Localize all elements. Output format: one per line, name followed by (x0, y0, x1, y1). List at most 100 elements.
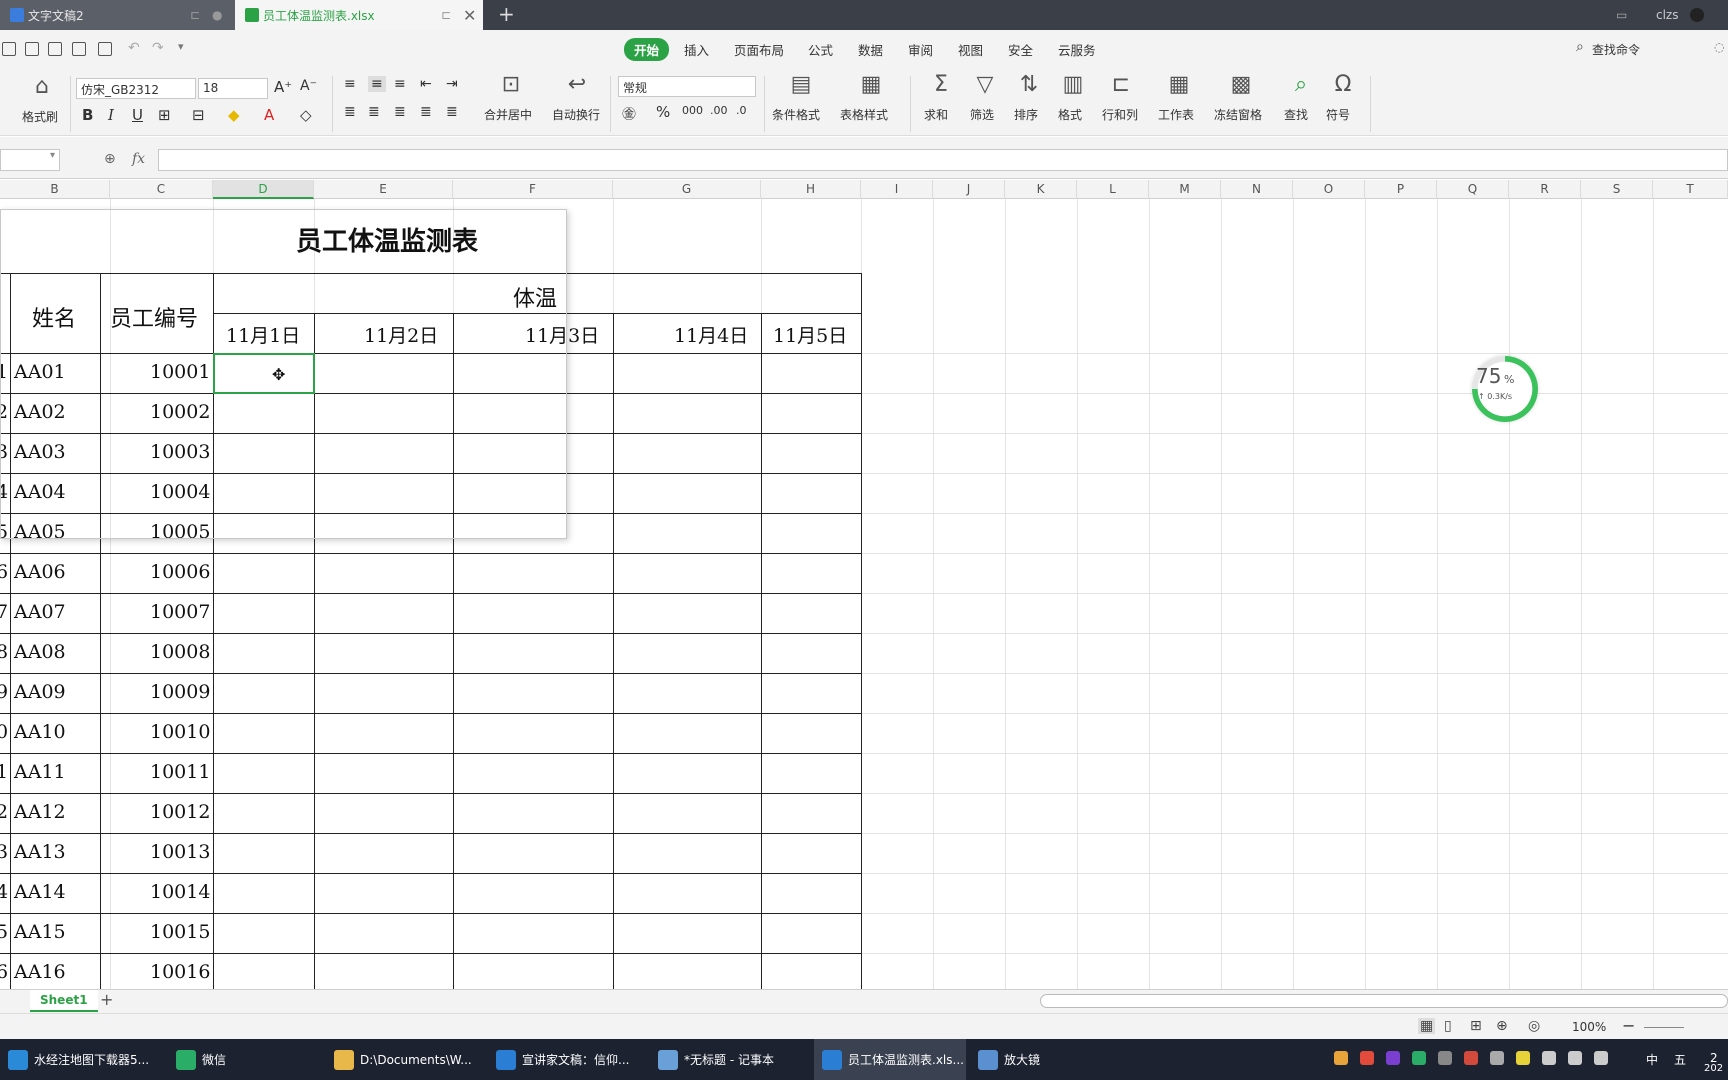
name-box[interactable]: ▾ (0, 149, 60, 171)
bold-button[interactable]: B (82, 106, 93, 124)
column-header-b[interactable]: B (0, 180, 110, 199)
search-command[interactable]: 查找命令 (1592, 41, 1640, 58)
column-header-s[interactable]: S (1581, 180, 1653, 199)
column-header-c[interactable]: C (110, 180, 213, 199)
taskbar-app-4[interactable]: *无标题 - 记事本 (650, 1039, 808, 1080)
find-icon[interactable]: ⌕ (1288, 72, 1314, 97)
column-header-m[interactable]: M (1149, 180, 1221, 199)
cell-style-icon[interactable]: ⊟ (192, 106, 205, 124)
table-style-label[interactable]: 表格样式 (840, 106, 888, 123)
merge-center-label[interactable]: 合并居中 (484, 106, 532, 123)
column-header-h[interactable]: H (761, 180, 861, 199)
symbol-icon[interactable]: Ω (1330, 72, 1356, 97)
increase-decimal-icon[interactable]: .00 (710, 104, 728, 117)
format-painter-icon[interactable]: ⌂ (28, 74, 56, 99)
tray-icon[interactable] (1594, 1051, 1608, 1065)
tab-document[interactable]: 文字文稿2 ⊏ ● (0, 0, 235, 30)
table-style-icon[interactable]: ▦ (856, 72, 886, 97)
sort-label[interactable]: 排序 (1014, 106, 1038, 123)
filter-icon[interactable]: ▽ (972, 72, 998, 97)
menu-insert[interactable]: 插入 (684, 40, 709, 59)
thousands-icon[interactable]: 000 (682, 104, 703, 117)
align-center-icon[interactable]: ≣ (368, 104, 380, 120)
tray-icon[interactable] (1386, 1051, 1400, 1065)
sum-icon[interactable]: Σ (928, 72, 954, 97)
column-header-i[interactable]: I (861, 180, 933, 199)
selected-cell-d3[interactable] (213, 353, 315, 394)
menu-data[interactable]: 数据 (858, 40, 883, 59)
menu-view[interactable]: 视图 (958, 40, 983, 59)
tab-spreadsheet[interactable]: 员工体温监测表.xlsx ⊏ ✕ (235, 0, 483, 30)
row-col-icon[interactable]: ⊏ (1108, 72, 1134, 97)
distribute-icon[interactable]: ≣ (446, 104, 458, 120)
justify-icon[interactable]: ≣ (420, 104, 432, 120)
italic-button[interactable]: I (108, 106, 114, 124)
pdf-icon[interactable] (48, 42, 62, 56)
sum-label[interactable]: 求和 (924, 106, 948, 123)
clear-icon[interactable]: ◇ (300, 106, 312, 124)
save-icon[interactable] (25, 42, 39, 56)
format-label[interactable]: 格式 (1058, 106, 1082, 123)
page-view-icon[interactable]: ▯ (1444, 1018, 1452, 1034)
symbol-label[interactable]: 符号 (1326, 106, 1350, 123)
open-icon[interactable] (2, 42, 16, 56)
menu-security[interactable]: 安全 (1008, 40, 1033, 59)
avatar[interactable] (1690, 8, 1704, 22)
column-header-d[interactable]: D (213, 180, 314, 199)
taskbar-app-0[interactable]: 水经注地图下载器5... (0, 1039, 162, 1080)
tray-icon[interactable] (1568, 1051, 1582, 1065)
tray-icon[interactable] (1542, 1051, 1556, 1065)
column-header-k[interactable]: K (1005, 180, 1077, 199)
decrease-decimal-icon[interactable]: .0 (736, 104, 747, 117)
worksheet-label[interactable]: 工作表 (1158, 106, 1194, 123)
column-header-l[interactable]: L (1077, 180, 1149, 199)
column-header-q[interactable]: Q (1437, 180, 1509, 199)
menu-page-layout[interactable]: 页面布局 (734, 40, 784, 59)
print-icon[interactable] (72, 42, 86, 56)
currency-icon[interactable]: ㊎ (622, 104, 636, 124)
cond-format-label[interactable]: 条件格式 (772, 106, 820, 123)
font-name-select[interactable]: 仿宋_GB2312 (76, 78, 196, 99)
tray-icon[interactable] (1464, 1051, 1478, 1065)
horizontal-scrollbar[interactable] (1040, 994, 1728, 1008)
fill-color-icon[interactable]: ◆ (228, 106, 240, 124)
reading-mode-icon[interactable]: ⊕ (1496, 1018, 1508, 1034)
more-icon[interactable]: ▾ (178, 40, 184, 53)
column-header-g[interactable]: G (613, 180, 761, 199)
tray-icon[interactable] (1334, 1051, 1348, 1065)
row-col-label[interactable]: 行和列 (1102, 106, 1138, 123)
ime-wubi[interactable]: 五 (1674, 1051, 1686, 1068)
zoom-level[interactable]: 100% (1572, 1020, 1606, 1034)
preview-icon[interactable] (98, 42, 112, 56)
network-speed-widget[interactable]: 75 % ↑ 0.3K/s (1472, 356, 1538, 422)
menu-cloud[interactable]: 云服务 (1058, 40, 1096, 59)
align-right-icon[interactable]: ≣ (394, 104, 406, 120)
column-header-n[interactable]: N (1221, 180, 1293, 199)
column-header-f[interactable]: F (453, 180, 613, 199)
column-header-o[interactable]: O (1293, 180, 1365, 199)
format-icon[interactable]: ▥ (1060, 72, 1086, 97)
eye-protect-icon[interactable]: ◎ (1528, 1018, 1540, 1034)
align-top-icon[interactable]: ≡ (344, 76, 356, 92)
tray-icon[interactable] (1360, 1051, 1374, 1065)
filter-label[interactable]: 筛选 (970, 106, 994, 123)
new-tab-button[interactable]: + (498, 2, 515, 26)
column-header-r[interactable]: R (1509, 180, 1581, 199)
freeze-label[interactable]: 冻结窗格 (1214, 106, 1262, 123)
font-size-select[interactable]: 18 (198, 78, 268, 99)
close-icon[interactable]: ✕ (463, 6, 476, 25)
font-color-icon[interactable]: A (264, 106, 274, 124)
indent-more-icon[interactable]: ⇥ (446, 76, 458, 92)
taskbar-app-5[interactable]: 员工体温监测表.xls... (814, 1039, 966, 1080)
column-header-e[interactable]: E (314, 180, 453, 199)
grow-font-icon[interactable]: A⁺ (274, 78, 292, 96)
align-left-icon[interactable]: ≣ (344, 104, 356, 120)
menu-formula[interactable]: 公式 (808, 40, 833, 59)
dot-icon[interactable]: ● (212, 8, 222, 22)
taskbar-app-2[interactable]: D:\Documents\W... (326, 1039, 484, 1080)
shrink-font-icon[interactable]: A⁻ (300, 78, 317, 94)
sheet-tab-sheet1[interactable]: Sheet1 (30, 990, 98, 1012)
redo-icon[interactable]: ↷ (152, 40, 164, 56)
column-header-j[interactable]: J (933, 180, 1005, 199)
column-header-t[interactable]: T (1653, 180, 1728, 199)
